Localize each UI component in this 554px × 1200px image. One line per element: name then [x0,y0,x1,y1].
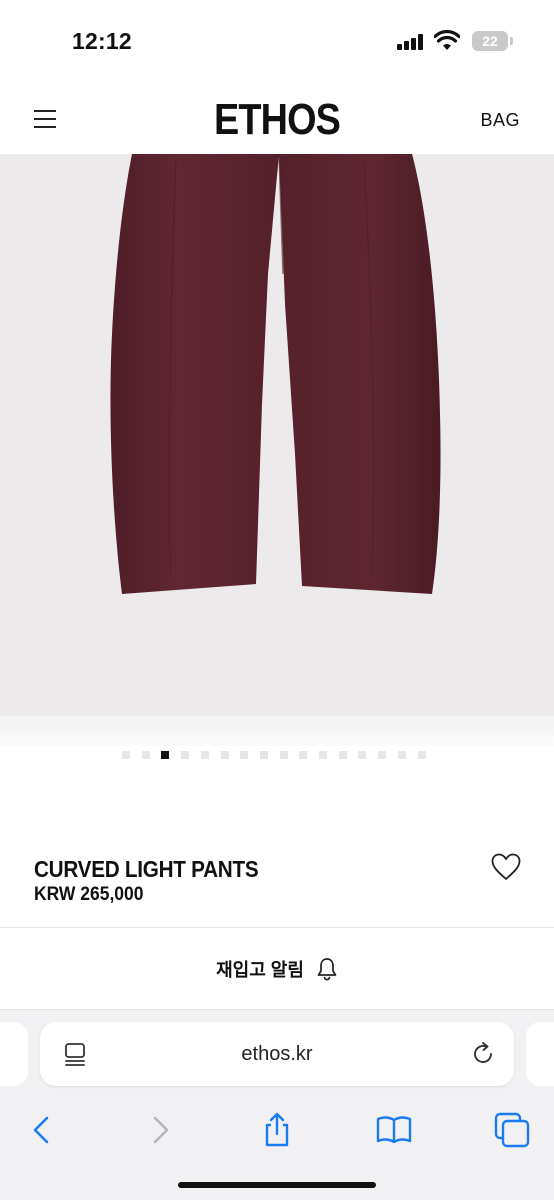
restock-alert-button[interactable]: 재입고 알림 [0,928,554,1010]
gallery-dot[interactable] [181,751,190,759]
gallery-dot[interactable] [122,751,130,759]
reload-icon[interactable] [470,1041,496,1067]
status-bar: 12:12 22 [0,0,554,80]
status-time: 12:12 [72,28,132,54]
tabs-icon[interactable] [492,1110,532,1150]
gallery-dot[interactable] [279,751,288,759]
address-bar[interactable]: ethos.kr [40,1022,514,1086]
battery-icon: 22 [472,31,513,51]
product-image[interactable] [0,154,554,716]
gallery-dot[interactable] [141,751,150,759]
home-indicator [178,1182,376,1188]
wishlist-heart-icon[interactable] [490,852,522,882]
back-icon[interactable] [22,1110,62,1150]
gallery-dot[interactable] [200,751,209,759]
browser-bottom-bar: ethos.kr [0,1010,554,1200]
gallery-dot[interactable] [417,751,426,759]
image-bottom-strip [0,716,554,746]
product-name: CURVED LIGHT PANTS [34,856,259,882]
url-text: ethos.kr [241,1043,313,1065]
gallery-dot[interactable] [259,751,268,759]
brand-logo[interactable]: ETHOS [39,95,515,145]
pants-illustration [110,154,441,594]
gallery-dot[interactable] [338,751,347,759]
share-icon[interactable] [257,1110,297,1150]
battery-level: 22 [482,33,498,49]
gallery-dot[interactable] [220,751,229,759]
cellular-signal-icon [397,34,425,50]
site-header: ETHOS BAG [0,80,554,154]
bookmarks-icon[interactable] [374,1110,414,1150]
next-tab-preview[interactable] [526,1022,554,1086]
restock-label: 재입고 알림 [216,960,304,980]
gallery-dot[interactable] [319,751,327,759]
bag-link[interactable]: BAG [480,110,520,131]
gallery-dot[interactable] [240,751,249,759]
gallery-dot[interactable] [378,751,387,759]
bell-icon [317,958,337,981]
gallery-dot[interactable] [358,751,367,759]
previous-tab-preview[interactable] [0,1022,28,1086]
gallery-dot[interactable] [299,751,308,759]
forward-icon[interactable] [140,1110,180,1150]
wifi-icon [434,30,460,50]
gallery-dot[interactable] [397,751,406,759]
gallery-dot[interactable] [161,751,170,759]
product-price: KRW 265,000 [34,884,144,905]
